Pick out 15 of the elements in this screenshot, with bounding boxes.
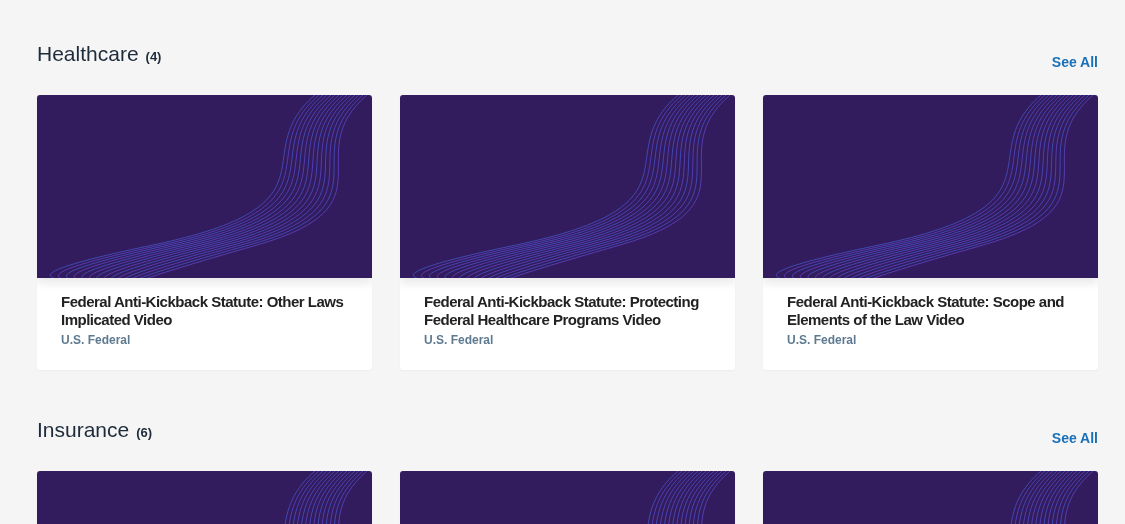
item-count: (4) — [145, 49, 162, 64]
see-all-link[interactable]: See All — [1051, 54, 1098, 70]
section-title: Insurance — [37, 418, 130, 442]
jurisdiction-label: U.S. Federal — [424, 333, 495, 347]
jurisdiction-label: U.S. Federal — [787, 333, 858, 347]
video-title: Federal Anti-Kickback Statute: Protecting Federal Healthcare Programs Video — [424, 293, 700, 329]
video-title: Federal Anti-Kickback Statute: Scope and Elements of the Law Video — [787, 293, 1065, 329]
see-all-link[interactable]: See All — [1051, 430, 1098, 446]
video-title: Federal Anti-Kickback Statute: Other Laws Implicated Video — [61, 293, 345, 329]
section-title: Healthcare — [37, 42, 139, 66]
video-card[interactable]: Federal Anti-Kickback Statute: Protecting Federal Healthcare Programs Video U.S. Federal — [400, 95, 735, 370]
item-count: (6) — [136, 425, 153, 440]
jurisdiction-label: U.S. Federal — [61, 333, 132, 347]
video-card[interactable]: Federal Anti-Kickback Statute: Scope and Elements of the Law Video U.S. Federal — [763, 95, 1098, 370]
video-card[interactable]: Federal Anti-Kickback Statute: Other Laws Implicated Video U.S. Federal — [37, 95, 372, 370]
